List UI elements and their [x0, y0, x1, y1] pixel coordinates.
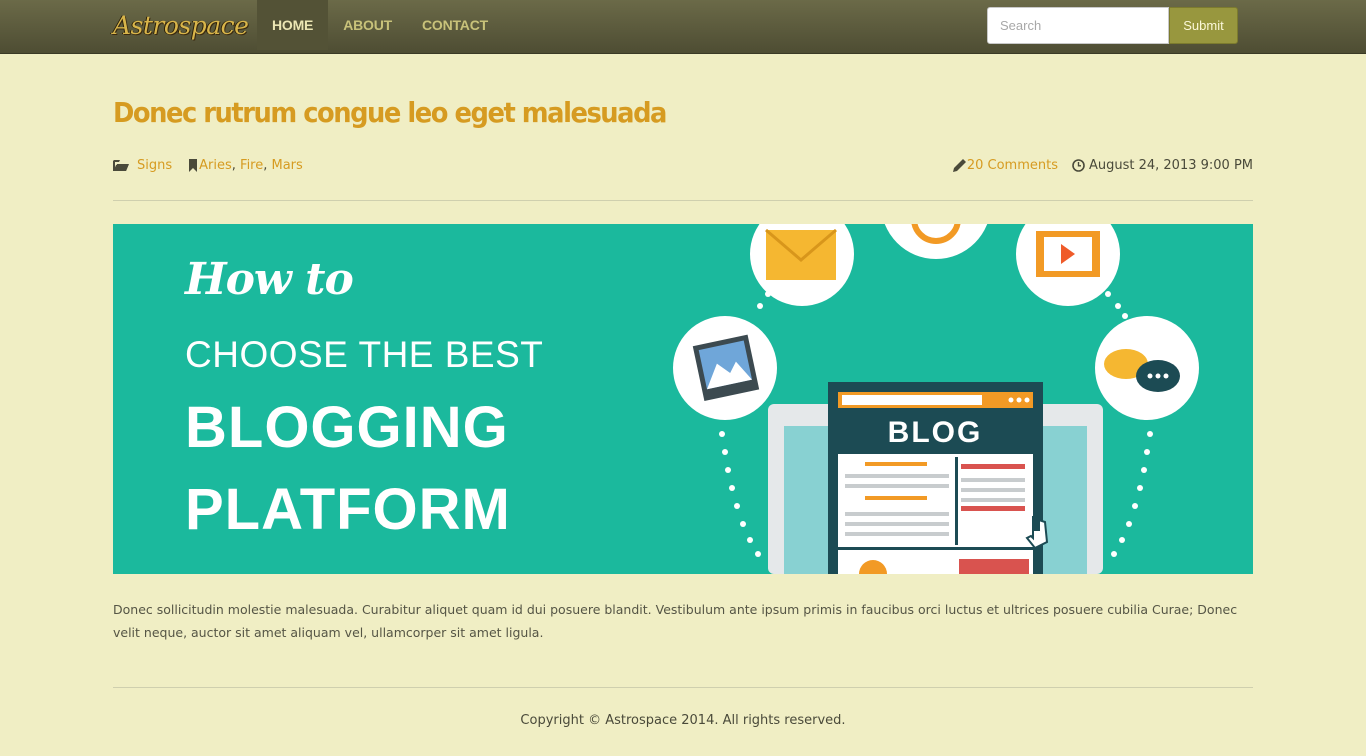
tag-link[interactable]: Aries: [199, 158, 232, 173]
tag-separator: ,: [231, 157, 241, 173]
nav-home[interactable]: HOME: [257, 0, 329, 50]
post-image: How to CHOOSE THE BEST BLOGGING PLATFORM: [113, 224, 1253, 574]
bookmark-icon: [188, 158, 198, 173]
pencil-icon: [952, 158, 966, 173]
folder-icon: [113, 158, 129, 173]
post-body: Donec sollicitudin molestie malesuada. C…: [113, 602, 1238, 640]
post-date: August 24, 2013 9:00 PM: [1088, 157, 1253, 173]
nav-contact[interactable]: CONTACT: [407, 0, 503, 50]
post-meta-right: 20 Comments August 24, 2013 9:00 PM: [952, 156, 1253, 174]
post-meta-left: Signs Aries, Fire, Mars: [113, 156, 303, 174]
divider: [113, 200, 1253, 201]
blog-screen-label: BLOG: [888, 416, 983, 449]
tag-separator: ,: [263, 157, 272, 173]
navbar: Astrospace HOME ABOUT CONTACT Submit: [0, 0, 1366, 54]
brand-logo[interactable]: Astrospace: [113, 2, 249, 48]
search-input[interactable]: [987, 7, 1169, 44]
comments-link[interactable]: 20 Comments: [967, 158, 1058, 173]
main-nav: HOME ABOUT CONTACT: [257, 0, 503, 50]
post-title: Donec rutrum congue leo eget malesuada: [113, 96, 667, 129]
footer-copyright: Copyright © Astrospace 2014. All rights …: [520, 713, 846, 728]
tag-link[interactable]: Fire: [240, 158, 263, 173]
blog-illustration: BLOG: [673, 224, 1199, 574]
category-link[interactable]: Signs: [137, 158, 172, 173]
footer-divider: [113, 687, 1253, 688]
clock-icon: [1072, 158, 1085, 173]
tag-link[interactable]: Mars: [272, 158, 303, 173]
nav-about[interactable]: ABOUT: [328, 0, 407, 50]
submit-button[interactable]: Submit: [1169, 7, 1238, 44]
